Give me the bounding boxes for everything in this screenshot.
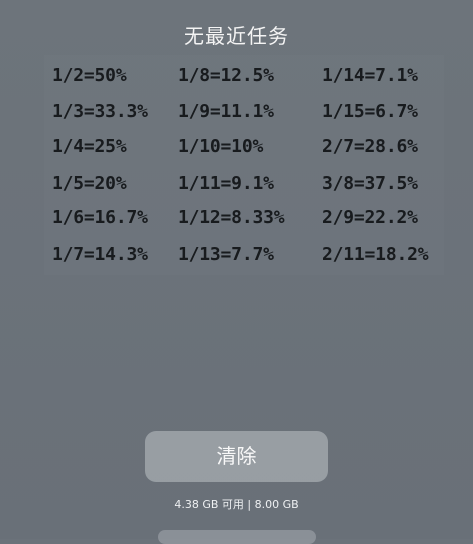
page-title: 无最近任务 [184,24,289,48]
fraction-text: 1/2=50% [52,65,127,86]
fraction-text: 3/8=37.5% [322,173,418,194]
memory-status: 4.38 GB 可用 | 8.00 GB [174,498,299,511]
fraction-text: 1/12=8.33% [178,207,285,228]
fraction-text: 2/9=22.2% [322,207,418,228]
fraction-text: 1/9=11.1% [178,101,274,122]
fraction-text: 1/10=10% [178,136,264,157]
fraction-text: 1/5=20% [52,173,127,194]
fraction-text: 1/14=7.1% [322,65,418,86]
fraction-wallpaper-preview: 1/2=50% 1/3=33.3% 1/4=25% 1/5=20% 1/6=16… [44,55,444,275]
fraction-text: 1/13=7.7% [178,244,274,265]
fraction-text: 1/4=25% [52,136,127,157]
bottom-handle[interactable] [158,530,316,544]
recent-apps-screen: 无最近任务 1/2=50% 1/3=33.3% 1/4=25% 1/5=20% … [0,0,473,544]
fraction-text: 1/8=12.5% [178,65,274,86]
fraction-text: 2/11=18.2% [322,244,429,265]
fraction-text: 1/11=9.1% [178,173,274,194]
fraction-text: 1/15=6.7% [322,101,418,122]
fraction-text: 2/7=28.6% [322,136,418,157]
fraction-text: 1/7=14.3% [52,244,148,265]
fraction-text: 1/6=16.7% [52,207,148,228]
fraction-text: 1/3=33.3% [52,101,148,122]
clear-button[interactable]: 清除 [145,431,328,482]
